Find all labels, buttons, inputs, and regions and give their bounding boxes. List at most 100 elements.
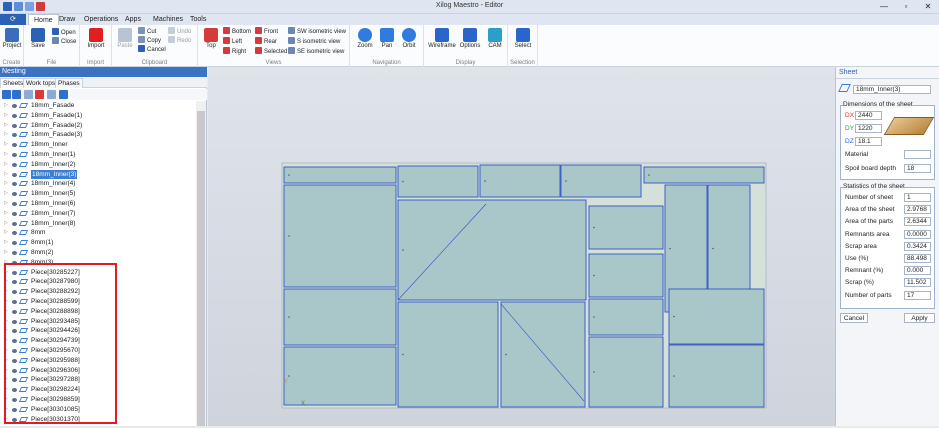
tree-item[interactable]: ▷ 18mm_Inner(8) bbox=[0, 219, 196, 229]
expand-icon[interactable]: ▷ bbox=[4, 130, 8, 140]
eye-icon[interactable] bbox=[12, 241, 17, 246]
save-button[interactable]: Save bbox=[27, 28, 49, 49]
right-view-button[interactable]: Right bbox=[223, 47, 246, 55]
file-menu-button[interactable]: ⟳ bbox=[0, 14, 26, 25]
eye-icon[interactable] bbox=[12, 172, 17, 177]
expand-icon[interactable]: ▷ bbox=[4, 199, 8, 209]
spoil-board-field[interactable]: 18 bbox=[904, 164, 931, 173]
tree-item[interactable]: ▷ 8mm bbox=[0, 228, 196, 238]
tree-item[interactable]: ▷ 18mm_Inner(4) bbox=[0, 179, 196, 189]
expand-icon[interactable]: ▷ bbox=[4, 160, 8, 170]
cam-button[interactable]: CAM bbox=[484, 28, 506, 49]
cut-button[interactable]: Cut bbox=[138, 27, 156, 35]
eye-icon[interactable] bbox=[12, 133, 17, 138]
nested-part[interactable] bbox=[668, 344, 765, 408]
nested-part[interactable] bbox=[283, 166, 397, 184]
eye-icon[interactable] bbox=[12, 192, 17, 197]
expand-icon[interactable]: ▷ bbox=[4, 209, 8, 219]
move-up-icon[interactable] bbox=[2, 90, 11, 99]
apply-button[interactable]: Apply bbox=[904, 313, 935, 323]
copy-button[interactable]: Copy bbox=[138, 36, 161, 44]
expand-icon[interactable]: ▷ bbox=[4, 150, 8, 160]
se-iso-button[interactable]: SE isometric view bbox=[288, 47, 344, 55]
top-view-button[interactable]: Top bbox=[200, 28, 222, 49]
nested-part[interactable] bbox=[397, 199, 587, 301]
expand-icon[interactable]: ▷ bbox=[4, 238, 8, 248]
nesting-canvas[interactable]: Y X bbox=[208, 67, 835, 426]
tree-item[interactable]: ▷ 18mm_Inner(3) bbox=[0, 169, 196, 180]
shape-icon[interactable] bbox=[47, 90, 56, 99]
cancel-button[interactable]: Cancel bbox=[840, 313, 868, 323]
front-view-button[interactable]: Front bbox=[255, 27, 278, 35]
move-down-icon[interactable] bbox=[12, 90, 21, 99]
maximize-button[interactable]: ▫ bbox=[895, 0, 917, 13]
tab-machines[interactable]: Machines bbox=[148, 14, 188, 25]
open-button[interactable]: Open bbox=[52, 28, 76, 36]
zoom-button[interactable]: Zoom bbox=[354, 28, 376, 49]
eye-icon[interactable] bbox=[12, 231, 17, 236]
tab-tools[interactable]: Tools bbox=[185, 14, 211, 25]
expand-icon[interactable]: ▷ bbox=[4, 228, 8, 238]
close-button[interactable]: Close bbox=[52, 37, 76, 45]
tree-item[interactable]: ▷ 18mm_Inner(7) bbox=[0, 209, 196, 219]
pan-button[interactable]: Pan bbox=[376, 28, 398, 49]
tree-item[interactable]: ▷ 18mm_Inner(2) bbox=[0, 160, 196, 170]
tree-item[interactable]: ▷ 18mm_Inner bbox=[0, 140, 196, 150]
delete-x-icon[interactable] bbox=[59, 90, 68, 99]
left-view-button[interactable]: Left bbox=[223, 37, 242, 45]
nested-part[interactable] bbox=[668, 288, 765, 345]
dz-field[interactable]: 18.1 bbox=[855, 137, 882, 146]
tab-operations[interactable]: Operations bbox=[79, 14, 123, 25]
tab-apps[interactable]: Apps bbox=[120, 14, 146, 25]
nested-part[interactable] bbox=[283, 346, 397, 406]
eye-icon[interactable] bbox=[12, 250, 17, 255]
expand-icon[interactable]: ▷ bbox=[4, 121, 8, 131]
sw-iso-button[interactable]: SW isometric view bbox=[288, 27, 346, 35]
tree-item[interactable]: ▷ 8mm(1) bbox=[0, 238, 196, 248]
selected-view-button[interactable]: Selected bbox=[255, 47, 287, 55]
sheet-name-field[interactable]: 18mm_Inner(3) bbox=[853, 85, 931, 94]
nested-part[interactable] bbox=[588, 205, 664, 250]
eye-icon[interactable] bbox=[12, 152, 17, 157]
view-icon[interactable] bbox=[24, 90, 33, 99]
eye-icon[interactable] bbox=[12, 211, 17, 216]
tree-item[interactable]: ▷ 18mm_Inner(5) bbox=[0, 189, 196, 199]
orbit-button[interactable]: Orbit bbox=[398, 28, 420, 49]
paste-button[interactable]: Paste bbox=[114, 28, 136, 49]
expand-icon[interactable]: ▷ bbox=[4, 179, 8, 189]
eye-icon[interactable] bbox=[12, 104, 17, 108]
expand-icon[interactable]: ▷ bbox=[4, 140, 8, 150]
nested-part[interactable] bbox=[500, 301, 586, 408]
eye-icon[interactable] bbox=[12, 201, 17, 206]
select-button[interactable]: Select bbox=[512, 28, 534, 49]
nested-part[interactable] bbox=[479, 164, 561, 198]
material-field[interactable] bbox=[904, 150, 931, 159]
options-button[interactable]: Options bbox=[458, 28, 482, 49]
eye-icon[interactable] bbox=[12, 113, 17, 118]
tree-item[interactable]: ▷ 18mm_Fasade(2) bbox=[0, 121, 196, 131]
eye-icon[interactable] bbox=[12, 221, 17, 226]
cancel-clip-button[interactable]: Cancel bbox=[138, 45, 166, 53]
tab-draw[interactable]: Draw bbox=[54, 14, 80, 25]
expand-icon[interactable]: ▷ bbox=[4, 248, 8, 258]
close-window-button[interactable]: ✕ bbox=[917, 0, 939, 13]
tab-work-tops[interactable]: Work tops bbox=[23, 78, 59, 88]
dx-field[interactable]: 2440 bbox=[855, 111, 882, 120]
pin-icon[interactable] bbox=[35, 90, 44, 99]
expand-icon[interactable]: ▷ bbox=[4, 170, 8, 180]
nested-part[interactable] bbox=[283, 184, 397, 288]
s-iso-button[interactable]: S isometric view bbox=[288, 37, 340, 45]
nested-part[interactable] bbox=[283, 288, 397, 346]
tree-item[interactable]: ▷ 8mm(2) bbox=[0, 248, 196, 258]
tree-item[interactable]: ▷ 18mm_Fasade bbox=[0, 101, 196, 111]
tree-item[interactable]: ▷ 18mm_Fasade(3) bbox=[0, 130, 196, 140]
tab-phases[interactable]: Phases bbox=[55, 78, 83, 88]
expand-icon[interactable]: ▷ bbox=[4, 101, 8, 111]
eye-icon[interactable] bbox=[12, 143, 17, 148]
tree-item[interactable]: ▷ 18mm_Inner(6) bbox=[0, 199, 196, 209]
tree-item[interactable]: ▷ 18mm_Fasade(1) bbox=[0, 111, 196, 121]
eye-icon[interactable] bbox=[12, 162, 17, 167]
nested-part[interactable] bbox=[643, 166, 765, 184]
redo-button[interactable]: Redo bbox=[168, 36, 191, 44]
tree-scroll-thumb[interactable] bbox=[197, 111, 205, 426]
